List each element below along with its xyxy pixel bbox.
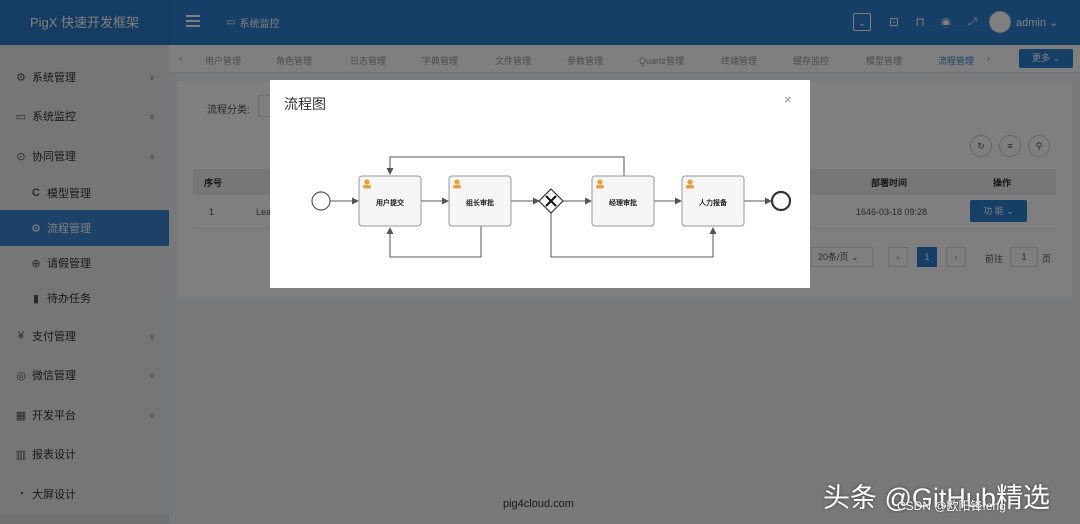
task-label: 组长审批	[466, 198, 494, 207]
task-node[interactable]: 人力报备	[681, 175, 745, 227]
task-node[interactable]: 组长审批	[448, 175, 512, 227]
flowchart-dialog: 流程图 × 用户提交 组长审批 经理审批 人力报备	[270, 80, 810, 288]
start-event[interactable]	[311, 191, 331, 211]
exclusive-gateway[interactable]	[538, 188, 564, 214]
task-node[interactable]: 经理审批	[591, 175, 655, 227]
task-label: 经理审批	[609, 198, 637, 207]
task-label: 用户提交	[376, 198, 405, 207]
task-label: 人力报备	[699, 198, 728, 207]
watermark-sub: CSDN @欧阳锋feng	[897, 499, 1006, 513]
end-event[interactable]	[770, 190, 792, 212]
process-diagram: 用户提交 组长审批 经理审批 人力报备	[311, 156, 792, 258]
task-node[interactable]: 用户提交	[358, 175, 422, 227]
